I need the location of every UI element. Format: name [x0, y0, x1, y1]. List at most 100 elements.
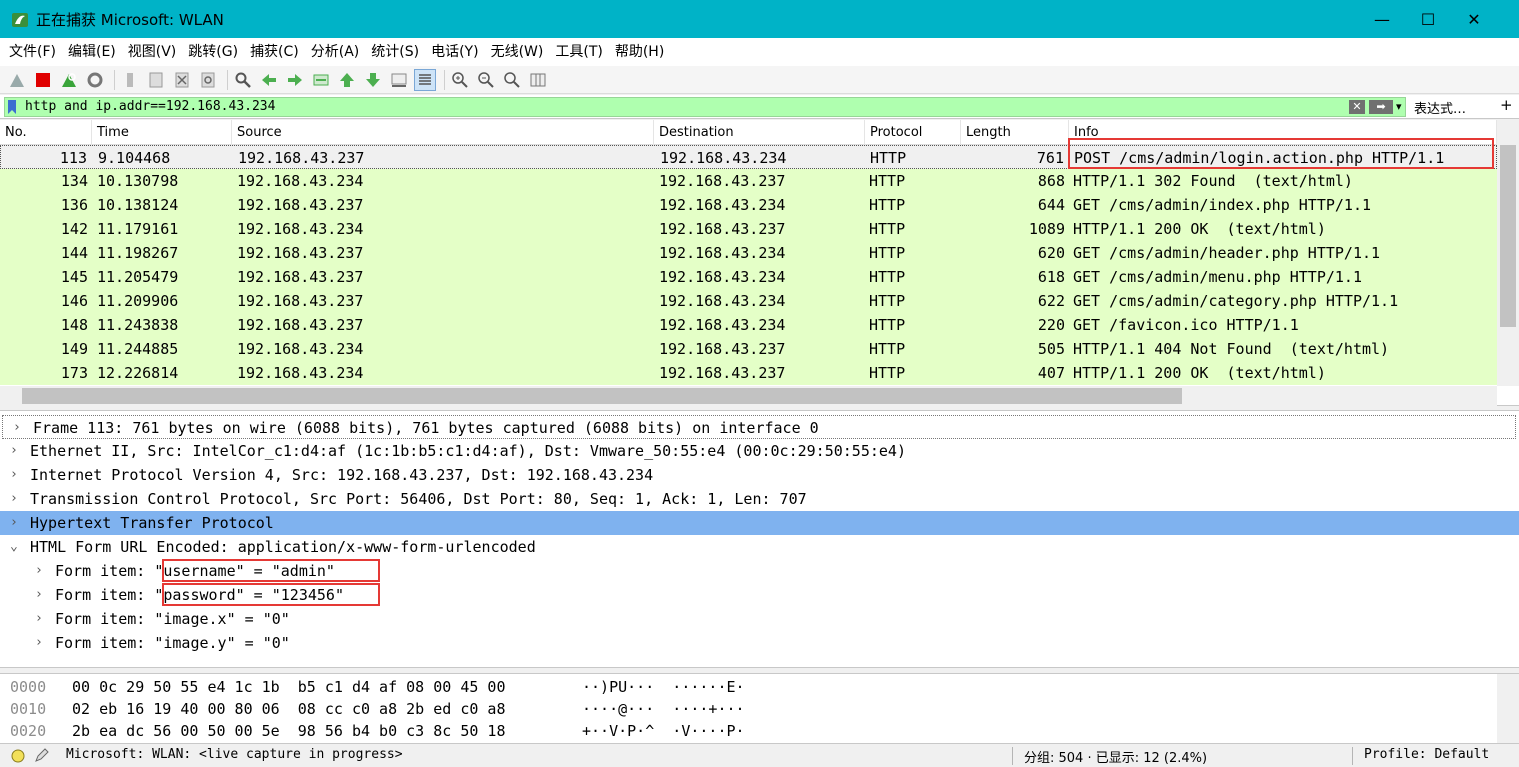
packet-row[interactable]: 136 10.138124 192.168.43.237 192.168.43.234…: [0, 193, 1497, 217]
menu-file[interactable]: 文件(F): [4, 38, 61, 66]
filter-history-dropdown-icon[interactable]: ▾: [1396, 100, 1402, 113]
menu-analyze[interactable]: 分析(A): [306, 38, 365, 66]
expand-arrow-icon[interactable]: ›: [13, 416, 21, 440]
bytes-offset[interactable]: 0020: [10, 720, 46, 742]
menu-telephony[interactable]: 电话(Y): [426, 38, 483, 66]
menu-help[interactable]: 帮助(H): [610, 38, 669, 66]
packet-row[interactable]: 146 11.209906 192.168.43.237 192.168.43.234…: [0, 289, 1497, 313]
packet-row[interactable]: 149 11.244885 192.168.43.234 192.168.43.237…: [0, 337, 1497, 361]
cell-source: 192.168.43.234: [237, 220, 364, 238]
clear-filter-icon[interactable]: ✕: [1349, 100, 1365, 114]
main-toolbar: [0, 66, 1519, 94]
add-filter-button[interactable]: +: [1500, 96, 1513, 114]
packet-list-vscroll-thumb[interactable]: [1500, 145, 1516, 327]
expand-arrow-icon[interactable]: ›: [35, 559, 43, 583]
open-file-icon[interactable]: [119, 69, 141, 91]
packet-list-hscroll-thumb[interactable]: [22, 388, 1182, 404]
find-packet-icon[interactable]: [232, 69, 254, 91]
wireshark-app-icon: [12, 13, 28, 27]
bytes-offset[interactable]: 0010: [10, 698, 46, 720]
apply-filter-icon[interactable]: ➡: [1369, 100, 1393, 114]
detail-tree-label: Form item: "image.y" = "0": [55, 634, 290, 652]
resize-columns-icon[interactable]: [527, 69, 549, 91]
detail-tree-item[interactable]: › Transmission Control Protocol, Src Port…: [0, 487, 1519, 511]
zoom-out-icon[interactable]: [475, 69, 497, 91]
expand-arrow-icon[interactable]: ›: [35, 631, 43, 655]
minimize-button[interactable]: —: [1359, 0, 1405, 38]
menu-statistics[interactable]: 统计(S): [366, 38, 424, 66]
edit-comment-icon[interactable]: [34, 747, 50, 763]
detail-tree-item[interactable]: › Internet Protocol Version 4, Src: 192.1…: [0, 463, 1519, 487]
expand-arrow-icon[interactable]: ›: [10, 487, 18, 511]
go-to-packet-icon[interactable]: [310, 69, 332, 91]
collapse-arrow-icon[interactable]: ⌄: [10, 535, 18, 559]
display-filter-input[interactable]: http and ip.addr==192.168.43.234 ✕ ➡ ▾: [4, 97, 1406, 117]
cell-destination: 192.168.43.234: [659, 244, 786, 262]
bytes-vscroll[interactable]: [1497, 674, 1519, 744]
save-file-icon[interactable]: [145, 69, 167, 91]
bytes-hex[interactable]: 00 0c 29 50 55 e4 1c 1b b5 c1 d4 af 08 0…: [72, 676, 505, 698]
menu-capture[interactable]: 捕获(C): [245, 38, 304, 66]
detail-tree-item[interactable]: › Form item: "image.y" = "0": [0, 631, 1519, 655]
expand-arrow-icon[interactable]: ›: [35, 607, 43, 631]
capture-status-icon[interactable]: [10, 748, 26, 764]
bytes-hex[interactable]: 2b ea dc 56 00 50 00 5e 98 56 b4 b0 c3 8…: [72, 720, 505, 742]
autoscroll-icon[interactable]: [388, 69, 410, 91]
column-destination[interactable]: Destination: [654, 120, 865, 145]
expression-button[interactable]: 表达式…: [1414, 98, 1466, 117]
status-separator: [1352, 747, 1353, 765]
expand-arrow-icon[interactable]: ›: [35, 583, 43, 607]
status-profile[interactable]: Profile: Default: [1364, 747, 1489, 762]
column-protocol[interactable]: Protocol: [865, 120, 961, 145]
display-filter-bar: http and ip.addr==192.168.43.234 ✕ ➡ ▾ 表…: [0, 95, 1519, 119]
filter-text[interactable]: http and ip.addr==192.168.43.234: [25, 99, 275, 114]
expand-arrow-icon[interactable]: ›: [10, 511, 18, 535]
column-source[interactable]: Source: [232, 120, 654, 145]
packet-row[interactable]: 145 11.205479 192.168.43.237 192.168.43.234…: [0, 265, 1497, 289]
detail-tree-item[interactable]: › Form item: "image.x" = "0": [0, 607, 1519, 631]
last-packet-icon[interactable]: [362, 69, 384, 91]
packet-row[interactable]: 142 11.179161 192.168.43.234 192.168.43.237…: [0, 217, 1497, 241]
first-packet-icon[interactable]: [336, 69, 358, 91]
maximize-button[interactable]: ☐: [1405, 0, 1451, 38]
expand-arrow-icon[interactable]: ›: [10, 439, 18, 463]
go-forward-icon[interactable]: [284, 69, 306, 91]
close-button[interactable]: ✕: [1451, 0, 1497, 38]
capture-options-icon[interactable]: [84, 69, 106, 91]
menu-wireless[interactable]: 无线(W): [486, 38, 549, 66]
bookmark-icon[interactable]: [7, 100, 17, 114]
expand-arrow-icon[interactable]: ›: [10, 463, 18, 487]
menu-edit[interactable]: 编辑(E): [63, 38, 121, 66]
column-time[interactable]: Time: [92, 120, 232, 145]
detail-tree-item[interactable]: › Ethernet II, Src: IntelCor_c1:d4:af (1c…: [0, 439, 1519, 463]
cell-source: 192.168.43.234: [237, 364, 364, 382]
column-length[interactable]: Length: [961, 120, 1069, 145]
close-file-icon[interactable]: [171, 69, 193, 91]
bytes-ascii[interactable]: ··)PU··· ······E·: [582, 676, 745, 698]
detail-tree-item[interactable]: › Frame 113: 761 bytes on wire (6088 bits…: [2, 415, 1516, 439]
colorize-icon[interactable]: [414, 68, 436, 91]
password-highlight-box: [162, 583, 380, 606]
normal-size-icon[interactable]: [501, 69, 523, 91]
go-back-icon[interactable]: [258, 69, 280, 91]
detail-tree-item[interactable]: ⌄ HTML Form URL Encoded: application/x-ww…: [0, 535, 1519, 559]
detail-tree-item[interactable]: › Hypertext Transfer Protocol: [0, 511, 1519, 535]
packet-row[interactable]: 144 11.198267 192.168.43.237 192.168.43.234…: [0, 241, 1497, 265]
menu-go[interactable]: 跳转(G): [183, 38, 243, 66]
reload-icon[interactable]: [197, 69, 219, 91]
cell-length: 505: [1037, 340, 1065, 358]
packet-row[interactable]: 148 11.243838 192.168.43.237 192.168.43.234…: [0, 313, 1497, 337]
bytes-hex[interactable]: 02 eb 16 19 40 00 80 06 08 cc c0 a8 2b e…: [72, 698, 505, 720]
restart-capture-icon[interactable]: [58, 69, 80, 91]
bytes-ascii[interactable]: ····@··· ····+···: [582, 698, 745, 720]
column-no[interactable]: No.: [0, 120, 92, 145]
menu-tools[interactable]: 工具(T): [550, 38, 607, 66]
zoom-in-icon[interactable]: [449, 69, 471, 91]
packet-row[interactable]: 173 12.226814 192.168.43.234 192.168.43.237…: [0, 361, 1497, 385]
menu-view[interactable]: 视图(V): [123, 38, 182, 66]
bytes-ascii[interactable]: +··V·P·^ ·V····P·: [582, 720, 745, 742]
shark-fin-start-icon[interactable]: [6, 69, 28, 91]
bytes-offset[interactable]: 0000: [10, 676, 46, 698]
packet-row[interactable]: 134 10.130798 192.168.43.234 192.168.43.237…: [0, 169, 1497, 193]
stop-capture-icon[interactable]: [32, 69, 54, 91]
